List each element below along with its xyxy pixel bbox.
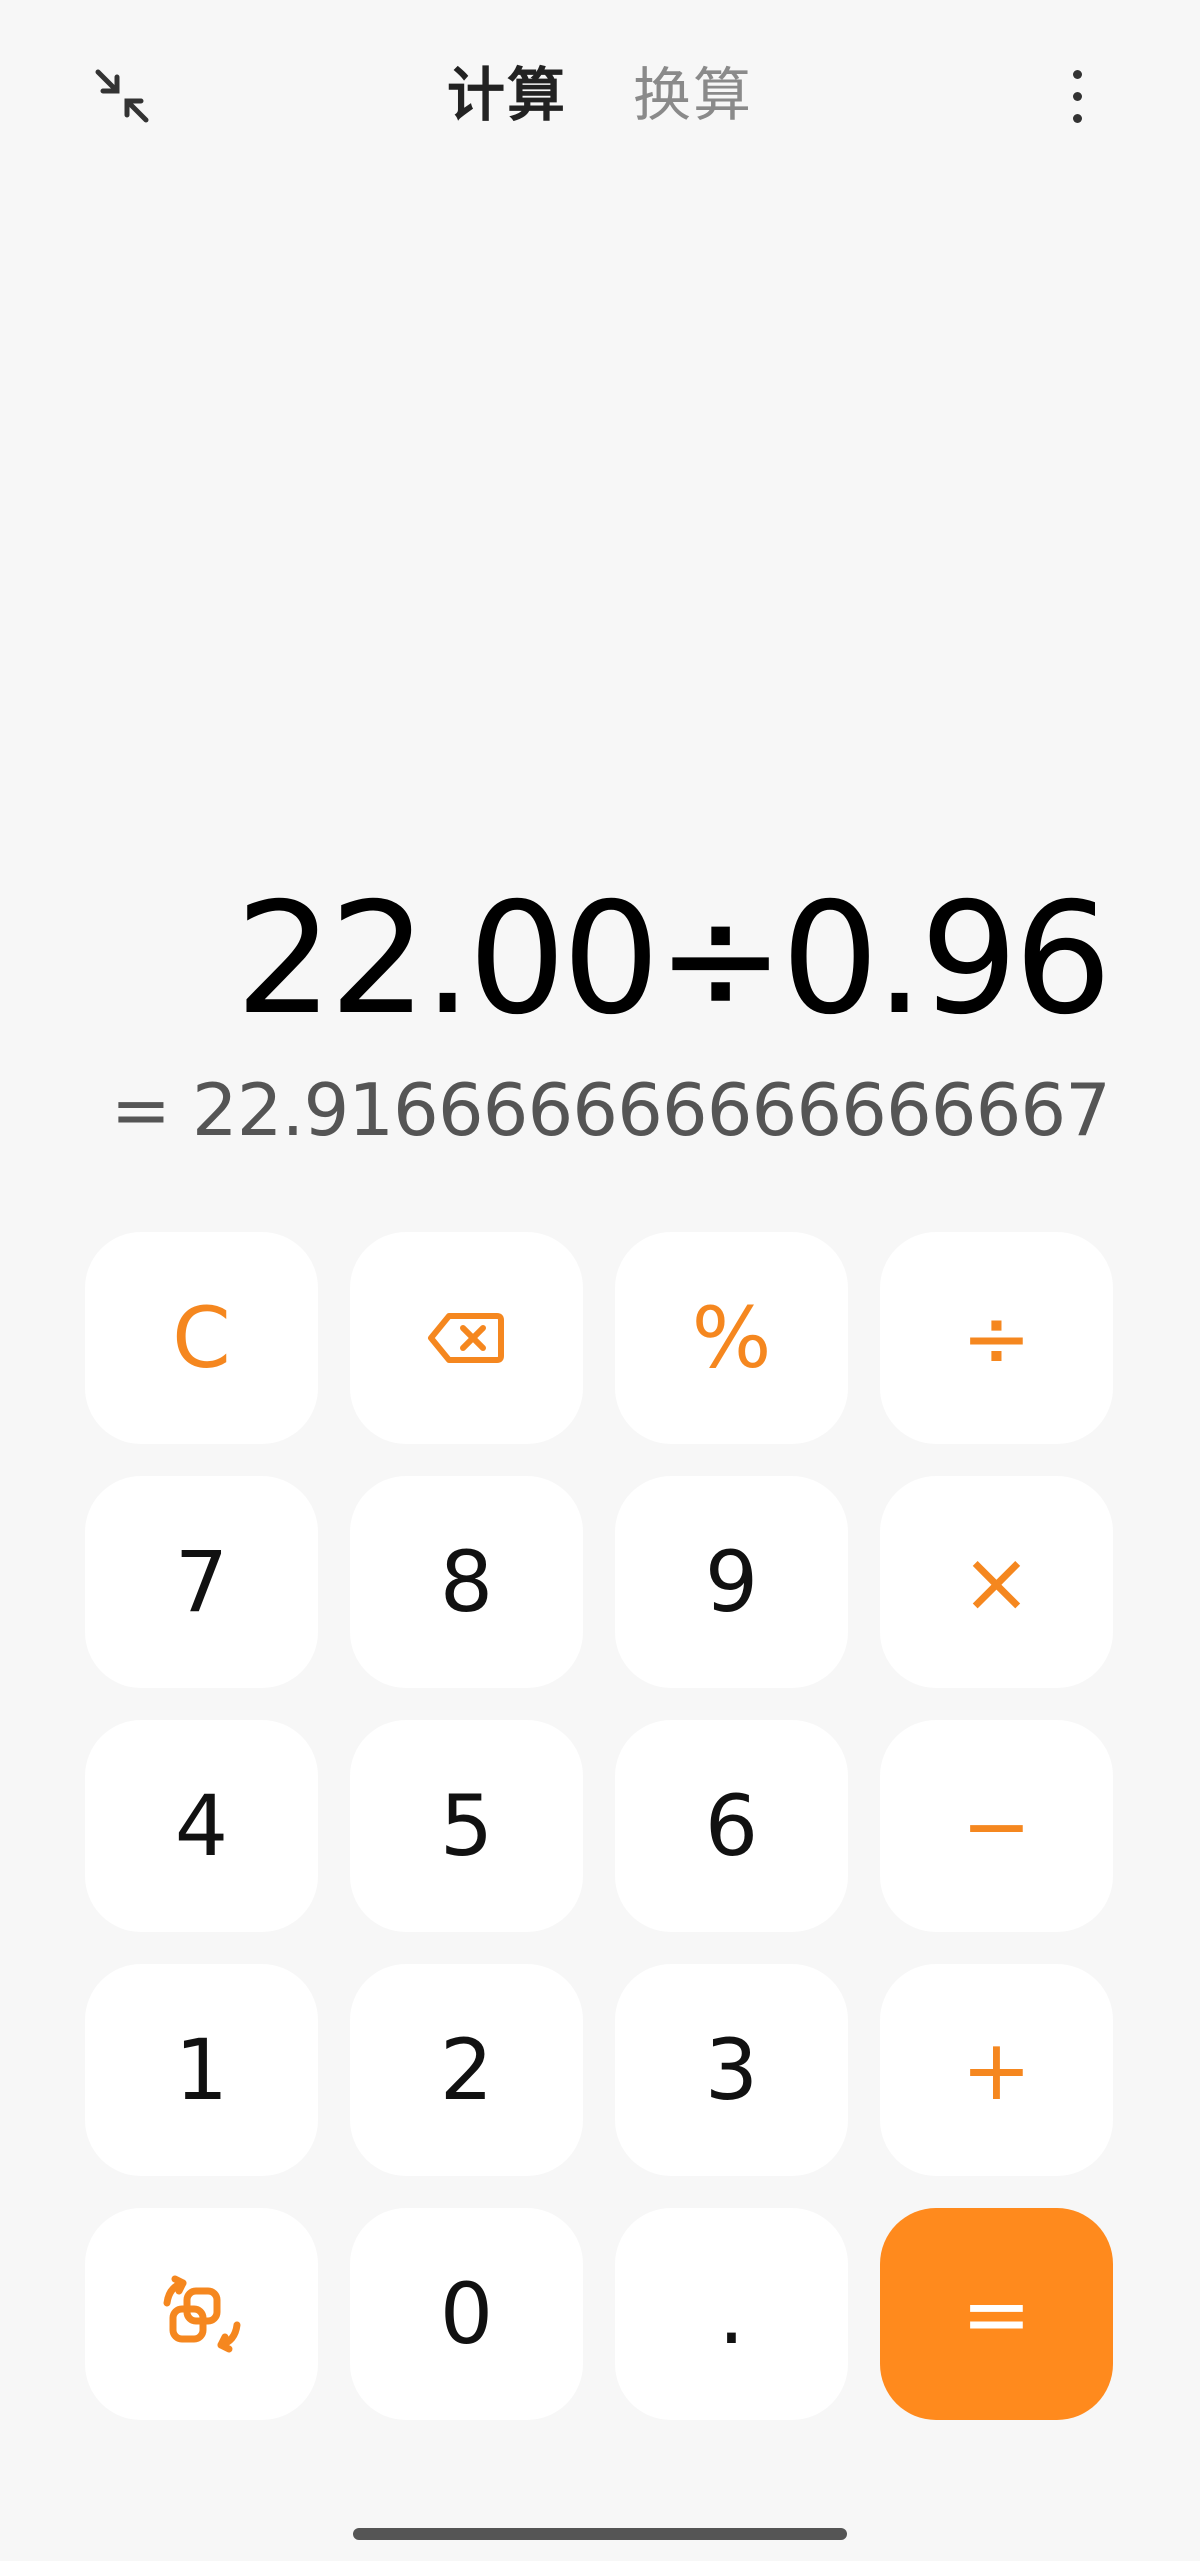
- clear-button[interactable]: C: [85, 1232, 318, 1444]
- digit-1-button[interactable]: 1: [85, 1964, 318, 2176]
- digit-9-button[interactable]: 9: [615, 1476, 848, 1688]
- digit-5-button[interactable]: 5: [350, 1720, 583, 1932]
- minimize-button[interactable]: [88, 62, 156, 130]
- digit-3-button[interactable]: 3: [615, 1964, 848, 2176]
- result-display: = 22.916666666666666667: [110, 1068, 1111, 1152]
- multiply-button[interactable]: ×: [880, 1476, 1113, 1688]
- backspace-icon: [427, 1313, 504, 1363]
- minimize-icon: [95, 69, 149, 123]
- digit-2-button[interactable]: 2: [350, 1964, 583, 2176]
- mode-tabs: 计算 换算: [0, 50, 1200, 140]
- home-indicator[interactable]: [353, 2528, 847, 2540]
- digit-7-button[interactable]: 7: [85, 1476, 318, 1688]
- digit-4-button[interactable]: 4: [85, 1720, 318, 1932]
- plus-button[interactable]: +: [880, 1964, 1113, 2176]
- digit-0-button[interactable]: 0: [350, 2208, 583, 2420]
- more-options-icon: [1072, 113, 1082, 123]
- divide-button[interactable]: ÷: [880, 1232, 1113, 1444]
- more-options-icon: [1072, 91, 1082, 101]
- backspace-button[interactable]: [350, 1232, 583, 1444]
- tab-calculate[interactable]: 计算: [447, 50, 567, 140]
- percent-button[interactable]: %: [615, 1232, 848, 1444]
- more-options-icon: [1072, 69, 1082, 79]
- keypad: C % ÷ 7 8 9 × 4 5 6 − 1 2 3 + 0 . =: [85, 1232, 1115, 2420]
- switch-mode-icon: [163, 2275, 240, 2353]
- digit-8-button[interactable]: 8: [350, 1476, 583, 1688]
- decimal-point-button[interactable]: .: [615, 2208, 848, 2420]
- tab-convert[interactable]: 换算: [633, 50, 753, 140]
- expression-display: 22.00÷0.96: [235, 870, 1112, 1049]
- digit-6-button[interactable]: 6: [615, 1720, 848, 1932]
- minus-button[interactable]: −: [880, 1720, 1113, 1932]
- calculator-app: 计算 换算 22.00÷0.96 = 22.916666666666666667…: [0, 0, 1200, 2561]
- equals-button[interactable]: =: [880, 2208, 1113, 2420]
- more-options-button[interactable]: [1052, 60, 1102, 132]
- switch-mode-button[interactable]: [85, 2208, 318, 2420]
